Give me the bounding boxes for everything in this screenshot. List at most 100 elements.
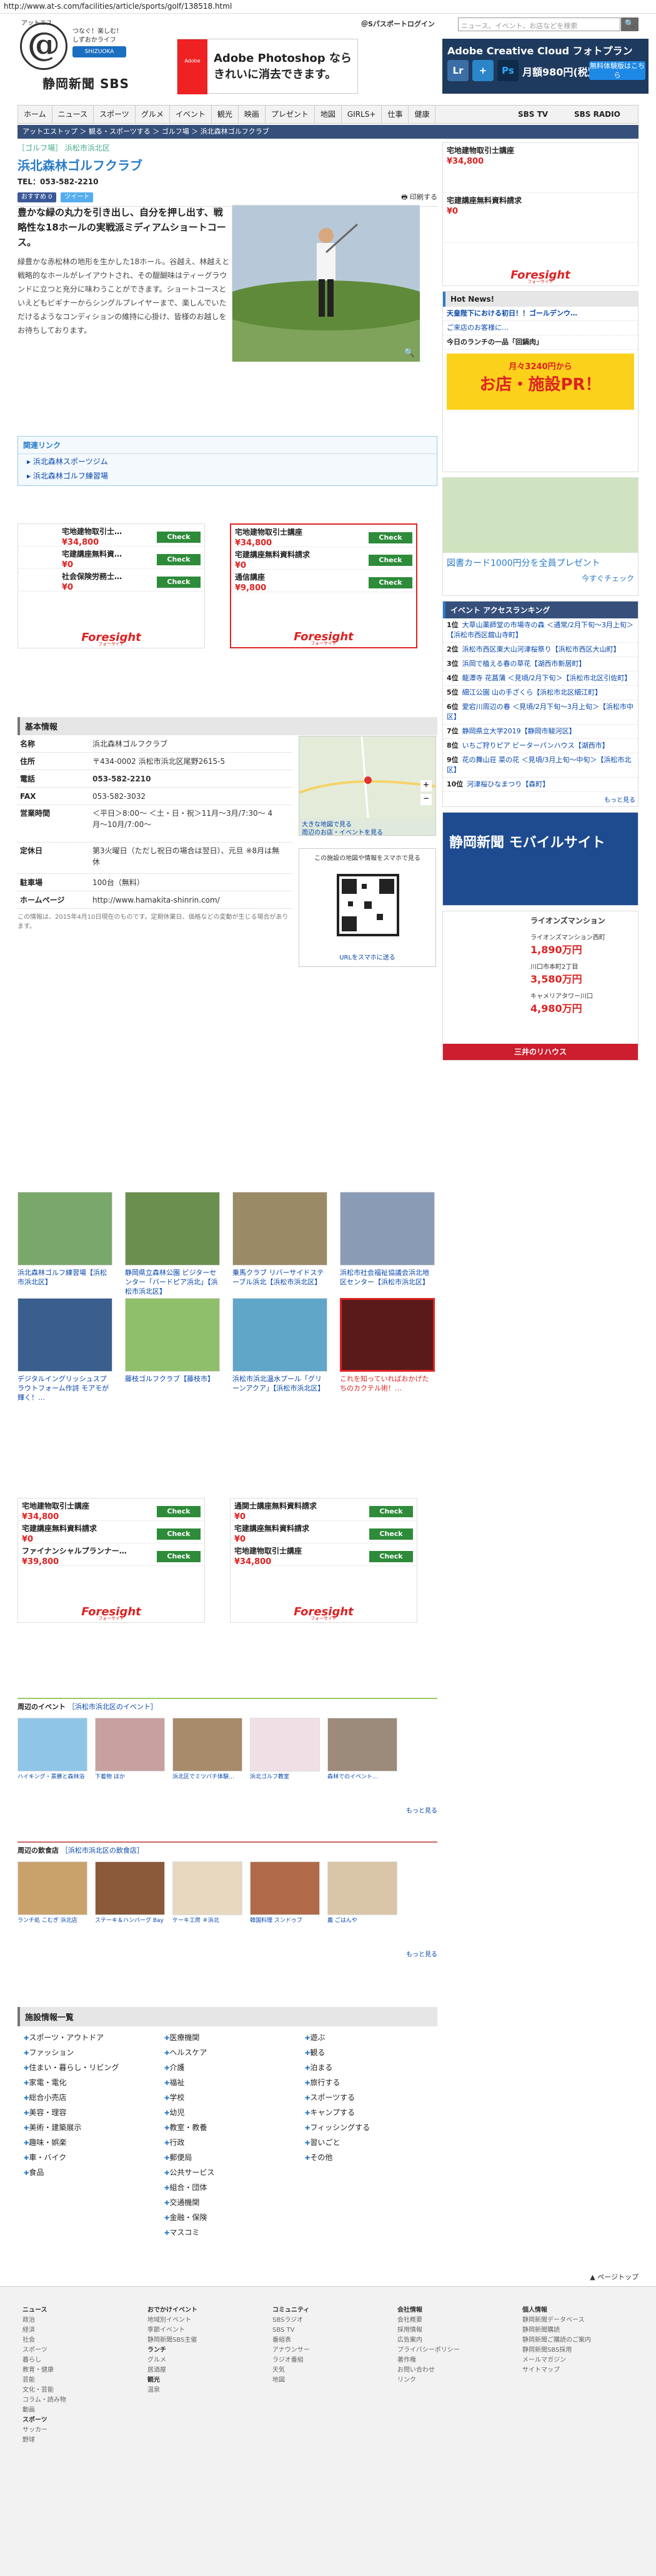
category-link[interactable]: 公共サービス xyxy=(164,2167,289,2182)
footer-link[interactable]: グルメ xyxy=(147,2356,241,2365)
restaurant-card[interactable]: 韓国料理 スンドゥブ xyxy=(250,1861,320,1925)
nav-sports[interactable]: スポーツ xyxy=(94,106,136,123)
ranking-item[interactable]: 10位 河津桜ひなまつり【森町】 xyxy=(443,778,638,792)
footer-link[interactable]: 会社概要 xyxy=(397,2316,491,2326)
restaurant-card[interactable]: 農 ごはんや xyxy=(327,1861,397,1925)
footer-link[interactable]: 政治 xyxy=(22,2316,116,2326)
category-link[interactable]: 総合小売店 xyxy=(24,2092,149,2107)
footer-link[interactable]: 著作権 xyxy=(397,2356,491,2365)
mansion-item[interactable]: 川口市本町2丁目 3,580万円 xyxy=(443,959,638,988)
event-card[interactable]: 浜北区でミツバチ体験… xyxy=(172,1718,242,1781)
category-link[interactable]: 医療機関 xyxy=(164,2032,289,2047)
nav-map[interactable]: 地図 xyxy=(315,106,342,123)
category-link[interactable]: 福祉 xyxy=(164,2077,289,2092)
pr-banner[interactable]: 月々3240円から お店・施設PR！ xyxy=(447,354,634,410)
facebook-like-button[interactable]: おすすめ 0 xyxy=(17,192,56,202)
homepage-link[interactable]: http://www.hamakita-shinrin.com/ xyxy=(92,891,220,909)
coupon-banner[interactable]: 図書カード1000円分を全員プレゼント 今すぐチェック xyxy=(442,477,639,596)
footer-link[interactable]: 静岡新聞データベース xyxy=(522,2316,616,2326)
map-widget[interactable]: + − 大きな地図で見る 周辺のお店・イベントを見る xyxy=(299,736,436,836)
event-card[interactable]: 森林でのイベント… xyxy=(327,1718,397,1781)
category-link[interactable]: 幼児 xyxy=(164,2107,289,2122)
lunch-item[interactable]: 今日のランチの一品「回鍋肉」 xyxy=(443,335,638,350)
category-link[interactable]: 趣味・娯楽 xyxy=(24,2137,149,2152)
nav-jobs[interactable]: 仕事 xyxy=(382,106,409,123)
category-link[interactable]: 郵便局 xyxy=(164,2152,289,2167)
category-link[interactable]: 車・バイク xyxy=(24,2152,149,2167)
nav-event[interactable]: イベント xyxy=(170,106,212,123)
footer-link[interactable]: 個人情報 xyxy=(522,2306,616,2316)
ad-row[interactable]: 宅地建物取引士講座 ¥34,800 Check xyxy=(231,1543,417,1567)
news-item[interactable]: 天皇陛下における初日！！ゴールデンウ… xyxy=(443,307,638,321)
check-button[interactable]: Check xyxy=(369,577,412,588)
category-link[interactable]: 家電・電化 xyxy=(24,2077,149,2092)
check-button[interactable]: Check xyxy=(157,532,201,543)
print-button[interactable]: 🖶 印刷する xyxy=(401,192,437,204)
footer-link[interactable]: 会社情報 xyxy=(397,2306,491,2316)
footer-link[interactable]: コミュニティ xyxy=(272,2306,366,2316)
nav-girls[interactable]: GIRLS+ xyxy=(342,106,382,123)
nav-home[interactable]: ホーム xyxy=(18,106,52,123)
footer-link[interactable]: 温泉 xyxy=(147,2385,241,2395)
footer-link[interactable]: 地図 xyxy=(272,2375,366,2385)
check-button[interactable]: Check xyxy=(157,1506,201,1517)
category-link[interactable]: 美術・建築展示 xyxy=(24,2122,149,2137)
ranking-item[interactable]: 5位 細江公園 山の手ざくら【浜松市北区細江町】 xyxy=(443,686,638,700)
cc-trial-button[interactable]: 無料体験版はこちら xyxy=(589,61,645,80)
ad-row[interactable]: 宅建講座無料資… ¥0 Check xyxy=(18,547,204,570)
category-link[interactable]: マスコミ xyxy=(164,2227,289,2242)
footer-link[interactable]: 芸能 xyxy=(22,2375,116,2385)
nav-gourmet[interactable]: グルメ xyxy=(136,106,170,123)
category-link[interactable]: フィッシングする xyxy=(305,2122,430,2137)
nav-sbs-radio[interactable]: SBS RADIO xyxy=(574,106,620,123)
footer-link[interactable]: 居酒屋 xyxy=(147,2365,241,2375)
mobile-site-banner[interactable]: 静岡新聞 モバイルサイト xyxy=(442,812,639,906)
ad-row[interactable]: 社会保険労務士… ¥0 Check xyxy=(18,569,204,592)
facility-card[interactable]: デジタルイングリッシュスプラウトフォーム作詩 モアモが輝く！… xyxy=(17,1298,112,1402)
nearby-link[interactable]: 周辺のお店・イベントを見る xyxy=(302,827,383,836)
check-button[interactable]: Check xyxy=(369,532,412,543)
url-bar[interactable]: http://www.at-s.com/facilities/article/s… xyxy=(0,0,656,14)
nav-health[interactable]: 健康 xyxy=(409,106,436,123)
nav-movie[interactable]: 映画 xyxy=(239,106,266,123)
mansion-item[interactable]: ライオンズマンション西町 1,890万円 xyxy=(443,929,638,959)
category-link[interactable]: 介護 xyxy=(164,2062,289,2077)
category-link[interactable]: スポーツ・アウトドア xyxy=(24,2032,149,2047)
ad-row[interactable]: 通関士講座無料資料請求 ¥0 Check xyxy=(231,1499,417,1522)
ranking-item[interactable]: 8位 いちご狩りピア ビーターパンハウス【湖西市】 xyxy=(443,739,638,753)
footer-link[interactable]: SBS TV xyxy=(272,2326,366,2336)
footer-link[interactable]: アナウンサー xyxy=(272,2346,366,2356)
ad-row[interactable]: 通信講座 ¥9,800 Check xyxy=(231,570,416,593)
sidebar-foresight-ad[interactable]: 宅地建物取引士講座 ¥34,800 宅建講座無料資料請求 ¥0 Foresight … xyxy=(442,142,639,286)
check-button[interactable]: Check xyxy=(157,554,201,565)
ad-row[interactable]: 宅建講座無料資料請求 ¥0 Check xyxy=(231,547,416,570)
ad-row[interactable]: 宅地建物取引士講座 ¥34,800 Check xyxy=(231,525,416,548)
footer-link[interactable]: サッカー xyxy=(22,2425,116,2435)
footer-link[interactable]: 社会 xyxy=(22,2336,116,2346)
zoom-icon[interactable]: 🔍 xyxy=(404,348,415,358)
check-button[interactable]: Check xyxy=(369,555,412,566)
check-button[interactable]: Check xyxy=(369,1506,413,1517)
category-link[interactable]: 住まい・暮らし・リビング xyxy=(24,2062,149,2077)
tweet-button[interactable]: ツイート xyxy=(61,192,94,202)
nav-present[interactable]: プレゼント xyxy=(266,106,315,123)
footer-link[interactable]: 文化・芸能 xyxy=(22,2385,116,2395)
creative-cloud-ad-banner[interactable]: Adobe Creative Cloud フォトプラン Lr + Ps 月額98… xyxy=(442,39,649,94)
event-card[interactable]: 下着物 ほか xyxy=(95,1718,165,1781)
category-link[interactable]: 教室・教養 xyxy=(164,2122,289,2137)
nav-news[interactable]: ニュース xyxy=(52,106,94,123)
category-link[interactable]: 金融・保険 xyxy=(164,2212,289,2227)
site-logo[interactable]: アットエス @ つなぐ！楽しむ！しずおかライフ SHIZUOKA 静岡新聞 SB… xyxy=(17,17,186,91)
ranking-item[interactable]: 6位 愛宕川周辺の春 ＜見頃/2月下旬〜3月上旬＞【浜松市中区】 xyxy=(443,700,638,725)
photoshop-ad-banner[interactable]: Adobe Adobe Photoshop なら きれいに消去できます。 xyxy=(177,39,358,94)
ad-row[interactable]: 宅建講座無料資料請求 ¥0 Check xyxy=(18,1521,204,1544)
related-link[interactable]: ▸ 浜北森林スポーツジム xyxy=(18,454,437,468)
category-link[interactable]: ヘルスケア xyxy=(164,2047,289,2062)
footer-link[interactable]: 野球 xyxy=(22,2435,116,2445)
footer-link[interactable]: 広告案内 xyxy=(397,2336,491,2346)
ranking-item[interactable]: 3位 浜岡で植える春の草花【湖西市新居町】 xyxy=(443,657,638,671)
footer-link[interactable]: 教育・健康 xyxy=(22,2365,116,2375)
ad-row[interactable]: 宅地建物取引士講座 ¥34,800 xyxy=(443,143,638,193)
footer-link[interactable]: ラジオ番組 xyxy=(272,2356,366,2365)
footer-link[interactable]: お問い合わせ xyxy=(397,2365,491,2375)
